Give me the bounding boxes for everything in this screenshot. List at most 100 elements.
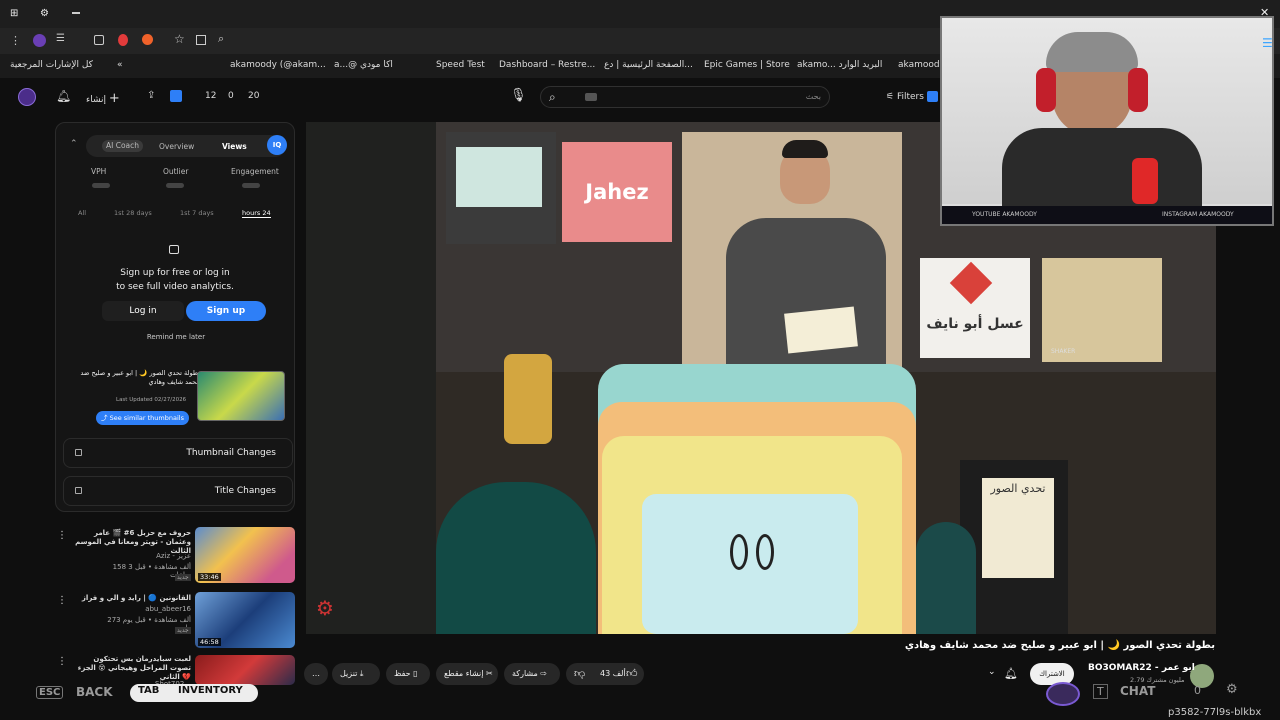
socials-bar: YOUTUBE AKAMOODY INSTAGRAM AKAMOODY <box>942 206 1272 224</box>
youtube-tag: YOUTUBE AKAMOODY <box>972 211 1037 218</box>
dislike-icon[interactable]: 👎︎ <box>574 663 585 685</box>
bookmark-item[interactable]: Speed Test <box>436 60 485 70</box>
chevron-up-icon[interactable]: ⌃ <box>70 139 78 149</box>
more-actions-button[interactable]: … <box>304 663 328 685</box>
filters-label: Filters <box>896 92 924 102</box>
rec-thumbnail[interactable] <box>195 655 295 685</box>
chevron-left-icon[interactable]: « <box>117 60 123 70</box>
cast-icon[interactable] <box>196 35 206 45</box>
microphone-icon[interactable]: 🎙︎ <box>510 88 527 103</box>
host-hair <box>782 140 828 158</box>
like-count: 43 ألف <box>600 669 626 678</box>
bookmark-item[interactable]: الصفحة الرئيسية | دع... <box>604 60 693 70</box>
search-input[interactable]: ⌕ بحث <box>540 86 830 108</box>
streamer-shirt <box>1002 128 1202 208</box>
avatar[interactable] <box>18 88 36 106</box>
chevron-down-icon[interactable]: ⌄ <box>988 667 996 677</box>
new-badge: جديد <box>175 627 191 634</box>
range-24-hours[interactable]: hours 24 <box>242 209 271 218</box>
player-count: 0 <box>1194 684 1201 697</box>
duration-badge: 33:46 <box>198 573 221 581</box>
minimize-icon[interactable] <box>72 12 80 14</box>
range-7-days[interactable]: 1st 7 days <box>180 209 214 217</box>
like-icon[interactable]: 👍︎ <box>626 663 638 685</box>
bookmark-item[interactable]: Epic Games | Store <box>704 60 790 70</box>
orange-extension-icon[interactable] <box>142 34 153 45</box>
duration-badge: 46:58 <box>198 638 221 646</box>
menu-dots-icon[interactable]: ⋮ <box>10 34 21 47</box>
extension-stats-icon[interactable] <box>170 90 182 102</box>
metric-value-hidden <box>242 183 260 188</box>
counter-views: 20 <box>248 91 260 101</box>
iq-badge[interactable]: IQ <box>267 135 287 155</box>
host-card <box>784 306 858 354</box>
rec-channel: Aziz - عزيز <box>156 552 191 560</box>
locked-analytics: Sign up for free or log in to see full v… <box>64 231 286 341</box>
eye-left-icon <box>730 534 748 570</box>
download-button[interactable]: تنزيل ⤓ <box>332 663 380 685</box>
bookmark-all[interactable]: كل الإشارات المرجعية <box>10 60 93 70</box>
list-item[interactable]: ⋮ القانونين 🔵 | رايد و الي و فراز abu_ab… <box>55 592 295 652</box>
t-key: T <box>1093 684 1108 699</box>
more-options-icon[interactable]: ⋮ <box>57 656 67 667</box>
login-button[interactable]: Log in <box>102 301 184 321</box>
filters-button[interactable]: ⚟ Filters <box>886 92 924 102</box>
session-id: p3582-77l9s-blkbx <box>1168 707 1262 718</box>
extensions-puzzle-icon[interactable] <box>94 35 104 45</box>
keyboard-icon[interactable] <box>585 93 597 101</box>
esc-key: ESC <box>36 686 64 699</box>
red-extension-icon[interactable] <box>118 34 128 46</box>
window-menu-icon[interactable]: ⊞ <box>10 8 18 19</box>
tab-ai-coach[interactable]: AI Coach <box>102 140 144 152</box>
rec-title: القانونين 🔵 | رايد و الي و فراز <box>81 594 191 602</box>
signup-prompt-sub: to see full video analytics. <box>116 282 234 292</box>
upload-icon[interactable]: ⇪ <box>147 90 155 101</box>
download-label: تنزيل <box>340 669 358 678</box>
remind-later-link[interactable]: Remind me later <box>56 333 296 341</box>
more-options-icon[interactable]: ⋮ <box>57 530 67 541</box>
title-changes-row[interactable]: Title Changes <box>63 476 293 506</box>
channel-name[interactable]: BO3OMAR22 - ابو عمر <box>1088 663 1195 673</box>
range-28-days[interactable]: 1st 28 days <box>114 209 152 217</box>
signup-button[interactable]: Sign up <box>186 301 266 321</box>
search-icon[interactable]: ⌕ <box>218 32 224 46</box>
bell-icon[interactable]: 🔔︎ <box>56 89 71 103</box>
search-icon[interactable]: ⌕ <box>549 90 556 105</box>
list-item[interactable]: ⋮ لعبت سبايدرمان بس تحتكون تصوت المراحل … <box>55 655 295 688</box>
set-box <box>456 147 542 207</box>
bell-icon[interactable]: 🔔︎ <box>1004 667 1018 680</box>
clip-button[interactable]: إنشاء مقطع ✂ <box>436 663 498 685</box>
lock-icon <box>75 487 82 494</box>
host-coat <box>726 218 886 388</box>
equalizer-icon[interactable]: ☰ <box>56 33 65 44</box>
star-icon[interactable]: ☆ <box>174 32 185 46</box>
more-icon: … <box>312 669 320 678</box>
bookmark-item[interactable]: akamo... البريد الوارد <box>797 60 882 70</box>
bookmark-item[interactable]: a...@ اكا مودي <box>334 60 393 70</box>
menu-icon[interactable]: ☰ <box>1262 36 1273 50</box>
share-button[interactable]: مشاركة ⇨ <box>504 663 560 685</box>
thumbnail-changes-row[interactable]: Thumbnail Changes <box>63 438 293 468</box>
tab-overview[interactable]: Overview <box>159 142 194 151</box>
similar-thumbnails-button[interactable]: ⤴ See similar thumbnails <box>96 411 189 425</box>
tab-views[interactable]: Views <box>222 142 247 151</box>
video-thumbnail[interactable] <box>197 371 285 421</box>
similar-label: See similar thumbnails <box>109 414 184 422</box>
bookmark-item[interactable]: Dashboard – Restre... <box>499 60 595 70</box>
bookmark-item[interactable]: akamoody <box>898 60 945 70</box>
chat-label: CHAT <box>1120 684 1156 698</box>
share-icon: ⇨ <box>540 669 548 678</box>
list-item[interactable]: ⋮ حروف مع حزبل 6# 🎬 عامر وعثمان - تويتر … <box>55 527 295 587</box>
bookmark-icon: ▯ <box>413 669 418 678</box>
subscriber-count: 2.79 مليون مشترك <box>1130 676 1185 684</box>
create-button[interactable]: إنشاء + <box>86 91 120 106</box>
scissors-icon: ✂ <box>486 669 493 678</box>
card-updated: Last Updated 02/27/2026 <box>116 397 187 403</box>
more-options-icon[interactable]: ⋮ <box>57 595 67 606</box>
save-button[interactable]: حفظ ▯ <box>386 663 430 685</box>
range-all[interactable]: All <box>78 209 86 217</box>
extension-icon[interactable] <box>33 34 46 47</box>
settings-icon[interactable]: ⚙ <box>40 8 49 19</box>
bookmark-item[interactable]: akamoody (@akam... <box>230 60 326 70</box>
thumbnail-changes-label: Thumbnail Changes <box>186 448 276 458</box>
